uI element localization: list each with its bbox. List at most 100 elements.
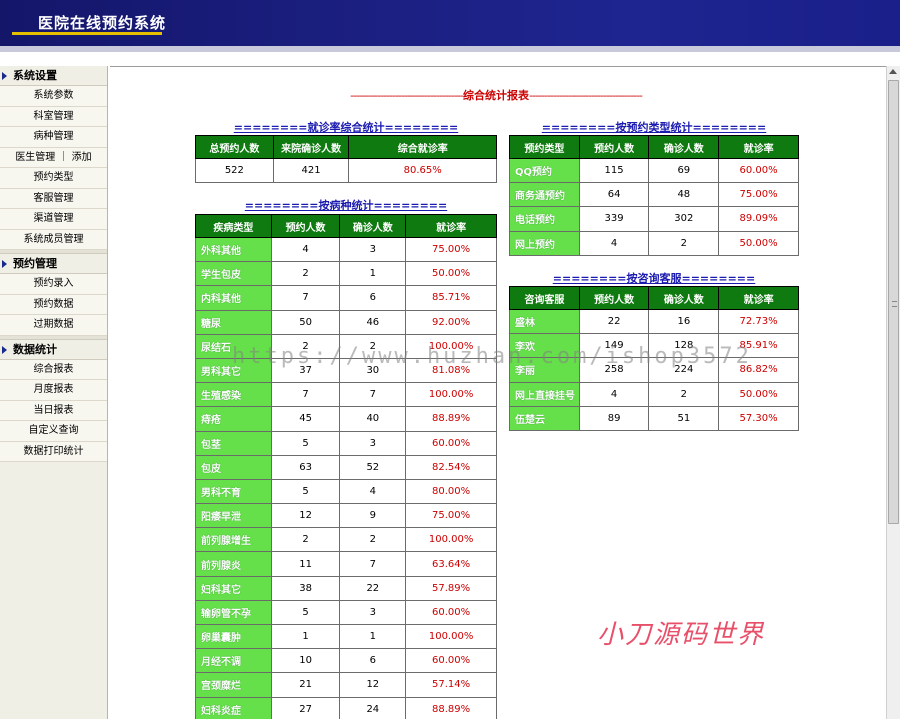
table-row: 外科其他 4 3 75.00% (195, 236, 497, 263)
table-cell: 22 (339, 575, 407, 601)
table-cell: 100.00% (405, 623, 497, 650)
table-cell: 6 (339, 285, 407, 311)
sidebar-item-0-1[interactable]: 科室管理 (0, 106, 107, 127)
table-cell: 40 (339, 406, 407, 432)
table-cell: 5 (270, 599, 341, 626)
table-cell: 3 (339, 430, 407, 456)
column-header: 疾病类型 (195, 214, 272, 238)
table-cell: 50.00% (718, 230, 799, 256)
sidebar-item-2-3[interactable]: 自定义查询 (0, 421, 107, 442)
table-cell: 2 (270, 527, 341, 553)
sidebar-item-1-1[interactable]: 预约数据 (0, 294, 107, 315)
table-row: 电话预约 339 302 89.09% (509, 206, 799, 232)
table-cell: 2 (648, 230, 720, 256)
table-cell: 痔疮 (195, 406, 272, 432)
table-cell: 内科其他 (195, 285, 272, 311)
table-cell: 6 (339, 648, 407, 674)
table-cell: 22 (578, 308, 650, 335)
table-cell: 57.89% (405, 575, 497, 601)
table-row: 妇科其它 38 22 57.89% (195, 575, 497, 601)
table-cell: 100.00% (405, 527, 497, 553)
table-cell: 50.00% (405, 261, 497, 287)
table-row: 卵巢囊肿 1 1 100.00% (195, 623, 497, 650)
sidebar-group-label: 预约管理 (13, 257, 57, 270)
sidebar-item-0-6[interactable]: 渠道管理 (0, 209, 107, 230)
service-section-title: ========按咨询客服======== (509, 270, 799, 286)
sidebar-item-2-2[interactable]: 当日报表 (0, 400, 107, 421)
sidebar-item-1-2[interactable]: 过期数据 (0, 315, 107, 336)
table-row: 盛林 22 16 72.73% (509, 308, 799, 335)
column-header: 预约人数 (578, 135, 650, 159)
sidebar-item-2-1[interactable]: 月度报表 (0, 380, 107, 401)
table-cell: 88.89% (405, 696, 497, 719)
table-cell: 339 (578, 206, 650, 232)
scroll-thumb[interactable] (888, 80, 899, 524)
table-cell: 5 (270, 430, 341, 456)
sidebar-item-0-0[interactable]: 系统参数 (0, 86, 107, 107)
column-header: 确诊人数 (648, 286, 720, 310)
table-cell: 302 (648, 206, 720, 232)
sidebar-group-1[interactable]: 预约管理 (0, 254, 107, 274)
sidebar-item-2-4[interactable]: 数据打印统计 (0, 441, 107, 462)
table-cell: 糖尿 (195, 309, 272, 335)
table-cell: 89 (578, 405, 650, 431)
table-cell: 50 (270, 309, 341, 335)
sidebar-item-0-7[interactable]: 系统成员管理 (0, 229, 107, 250)
table-cell: 7 (339, 382, 407, 408)
table-cell: 16 (648, 308, 720, 335)
column-header: 就诊率 (718, 286, 799, 310)
table-cell: 月经不调 (195, 648, 272, 674)
table-cell: 21 (270, 672, 341, 698)
table-cell: 69 (648, 157, 720, 184)
column-header: 就诊率 (405, 214, 497, 238)
table-cell: 12 (339, 672, 407, 698)
table-cell: 生殖感染 (195, 382, 272, 408)
column-header: 综合就诊率 (348, 135, 497, 159)
table-cell: 72.73% (718, 308, 799, 335)
table-row: 网上预约 4 2 50.00% (509, 230, 799, 256)
table-cell: 45 (270, 406, 341, 432)
report-title-dashes-right: -------------------------------------- (529, 89, 643, 102)
sidebar-group-2[interactable]: 数据统计 (0, 340, 107, 360)
table-cell: 48 (648, 182, 720, 208)
arrow-right-icon (2, 72, 7, 80)
scroll-up-arrow-icon[interactable] (889, 69, 897, 74)
table-cell: 92.00% (405, 309, 497, 335)
table-cell: 3 (339, 236, 407, 263)
table-row: 输卵管不孕 5 3 60.00% (195, 599, 497, 626)
table-cell: 伍楚云 (509, 405, 580, 431)
sidebar-group-0[interactable]: 系统设置 (0, 66, 107, 86)
table-cell: 60.00% (718, 157, 799, 184)
table-row: 妇科炎症 27 24 88.89% (195, 696, 497, 719)
scroll-grip-icon (892, 301, 897, 307)
table-cell: 85.71% (405, 285, 497, 311)
vertical-scrollbar[interactable] (886, 66, 900, 719)
table-cell: 5 (270, 478, 341, 505)
signature-text: 小刀源码世界 (597, 620, 766, 650)
sidebar-item-0-4[interactable]: 预约类型 (0, 168, 107, 189)
table-row: 内科其他 7 6 85.71% (195, 285, 497, 311)
report-title-text: 综合统计报表 (463, 89, 529, 102)
table-cell: 网上直接挂号 (509, 381, 580, 407)
table-cell: 24 (339, 696, 407, 719)
table-cell: 64 (578, 182, 650, 208)
table-cell: 1 (270, 623, 341, 650)
table-row: 包茎 5 3 60.00% (195, 430, 497, 456)
table-cell: 89.09% (718, 206, 799, 232)
table-row: 痔疮 45 40 88.89% (195, 406, 497, 432)
disease-section-title: ========按病种统计======== (195, 197, 497, 213)
sidebar-item-0-2[interactable]: 病种管理 (0, 127, 107, 148)
table-cell: 前列腺炎 (195, 551, 272, 577)
table-cell: 妇科其它 (195, 575, 272, 601)
sidebar-item-0-5[interactable]: 客服管理 (0, 188, 107, 209)
table-cell: 2 (648, 381, 720, 407)
column-header: 就诊率 (718, 135, 799, 159)
disease-section-title-text: ========按病种统计======== (244, 199, 448, 212)
table-cell: 7 (270, 285, 341, 311)
table-cell: 88.89% (405, 406, 497, 432)
sidebar-item-2-0[interactable]: 综合报表 (0, 359, 107, 380)
sidebar-item-0-3[interactable]: 医生管理 ｜ 添加 (0, 147, 107, 168)
sidebar-item-1-0[interactable]: 预约录入 (0, 274, 107, 295)
disease-stats-table: 疾病类型 预约人数 确诊人数 就诊率 外科其他 4 3 75.00% 学生包皮 2 1 50.00% 内… (195, 214, 497, 719)
table-cell: 7 (339, 551, 407, 577)
